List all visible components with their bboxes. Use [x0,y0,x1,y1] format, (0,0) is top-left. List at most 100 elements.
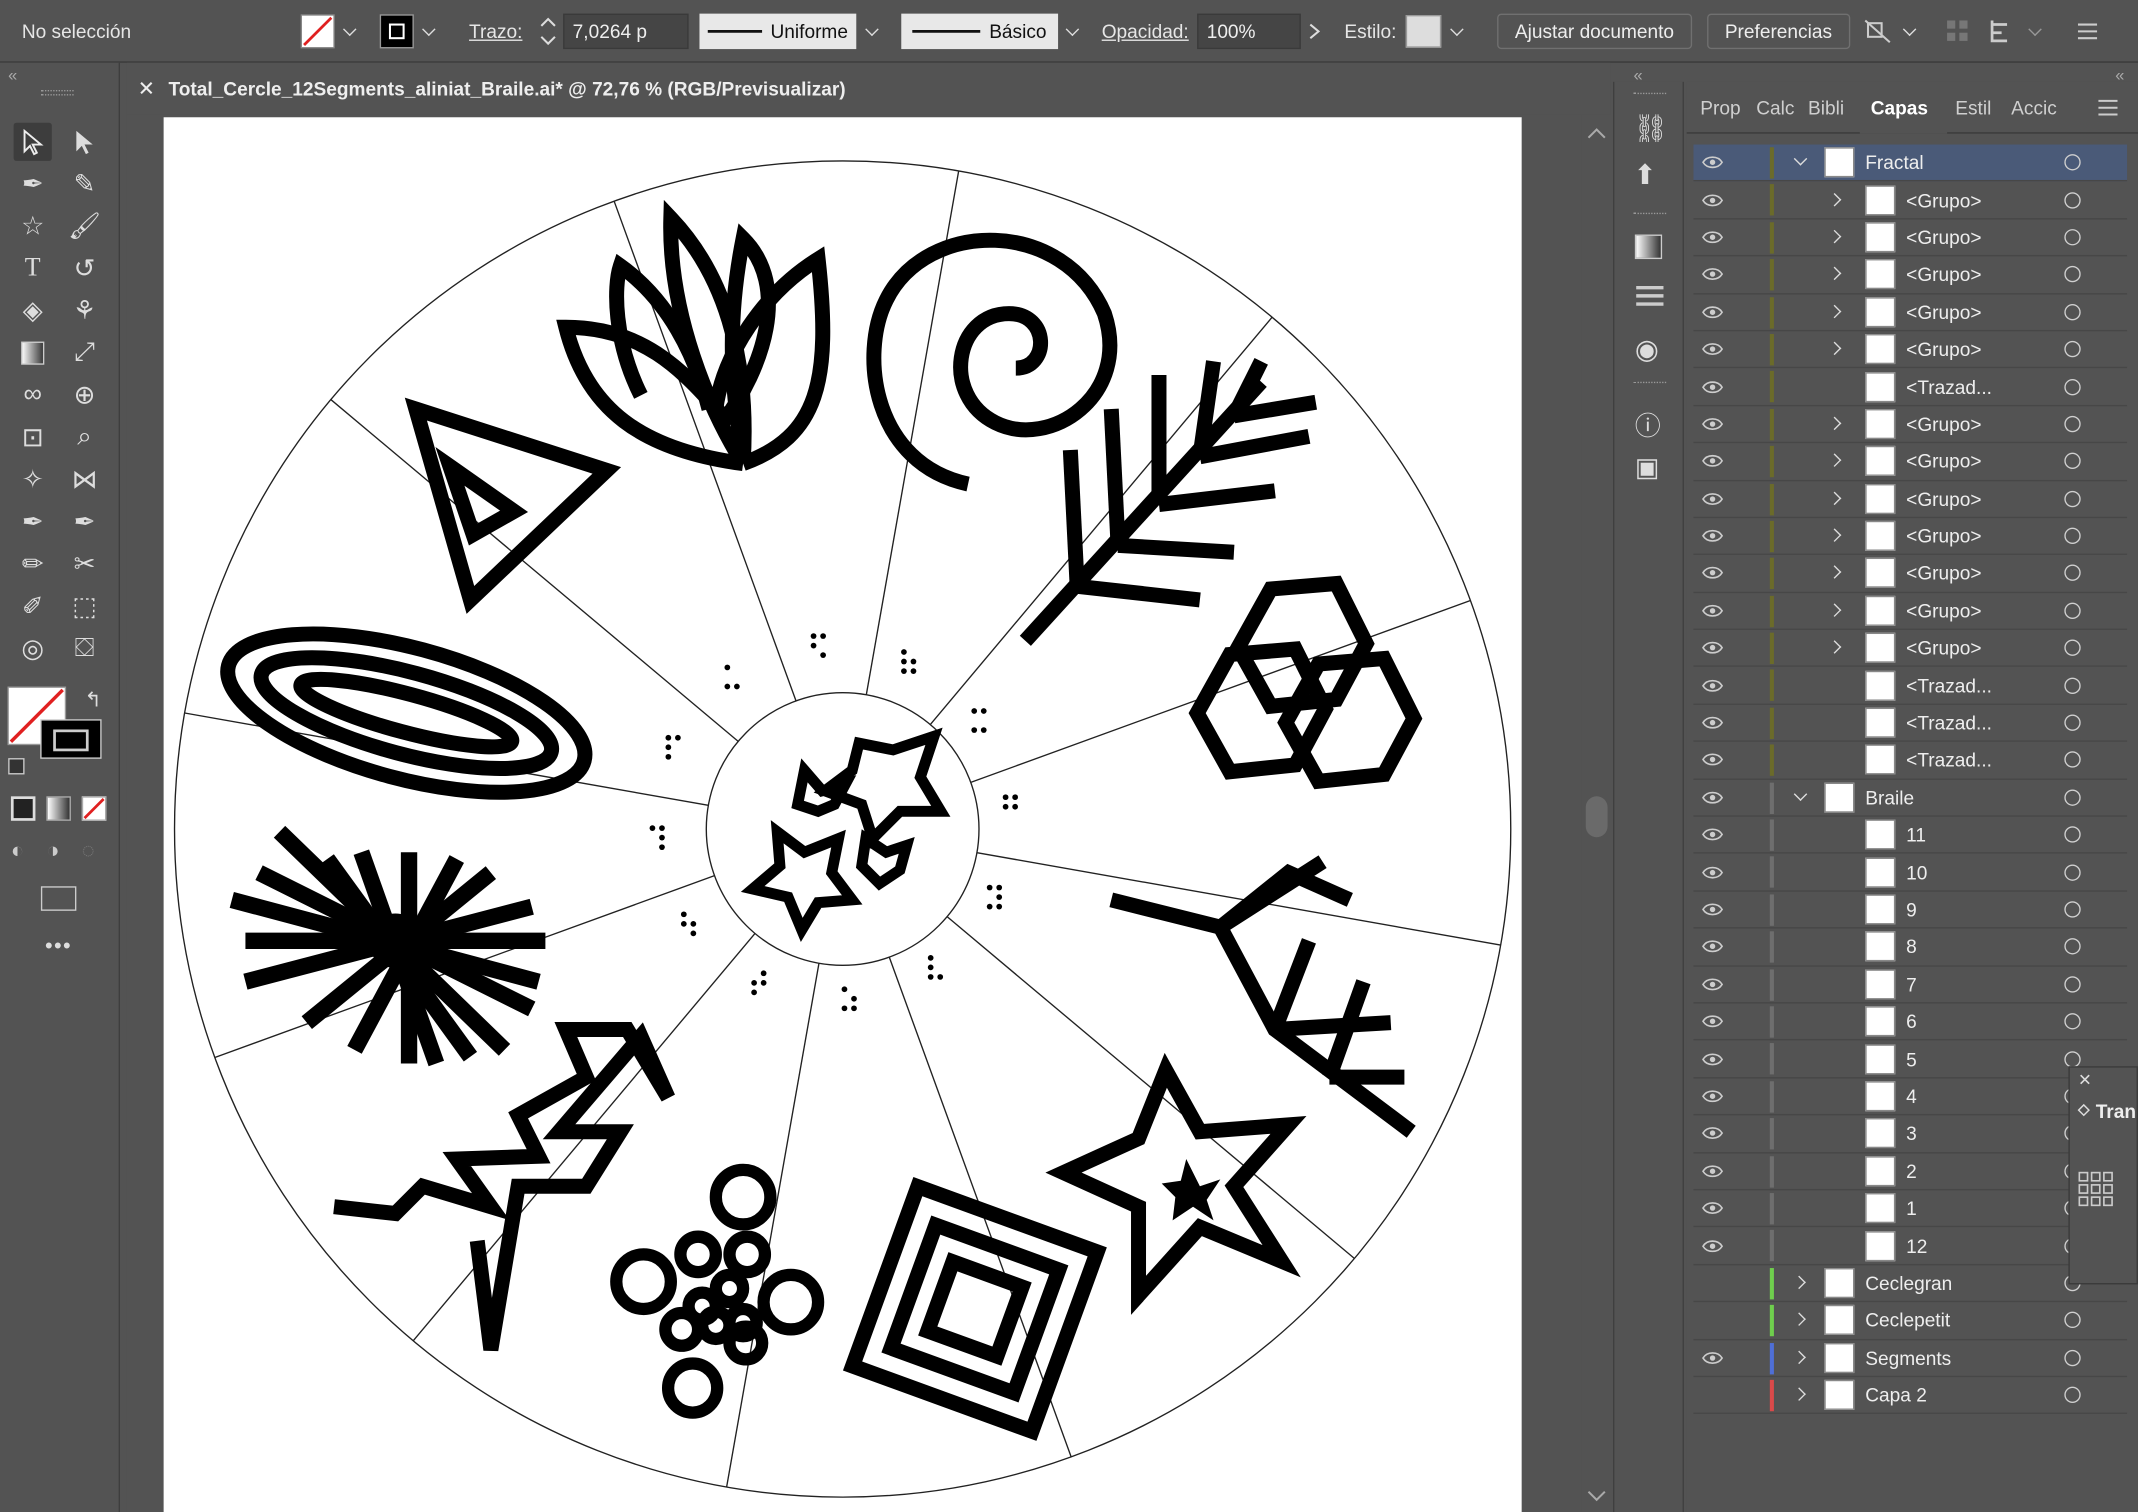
chevron-right-icon[interactable] [1792,1273,1811,1292]
layer-row[interactable]: <Grupo> [1693,219,2128,257]
target-circle-icon[interactable] [2064,1312,2081,1329]
draw-inside-icon[interactable]: ◌ [82,840,95,865]
align-dropdown[interactable] [1901,0,1920,63]
layer-row[interactable]: 6 [1693,1004,2128,1041]
tab-layers[interactable]: Capas [1859,81,1948,134]
live-paint-tool-icon[interactable]: ⛋ [65,630,103,668]
shape-builder-tool-icon[interactable]: ⊕ [65,376,103,414]
eye-icon[interactable] [1699,298,1726,325]
target-circle-icon[interactable] [2064,1386,2081,1404]
scroll-thumb[interactable] [1585,796,1608,838]
chevron-right-icon[interactable] [1827,190,1846,209]
layer-row[interactable]: <Trazad... [1693,667,2128,705]
target-circle-icon[interactable] [2064,1349,2081,1366]
layer-row[interactable]: <Grupo> [1693,294,2128,332]
eye-icon[interactable] [1699,597,1726,624]
transparency-icon[interactable]: ◉ [1635,333,1659,367]
chevron-right-icon[interactable] [1827,302,1846,321]
color-mode-icon[interactable] [10,796,36,821]
chevron-right-icon[interactable] [1827,601,1846,620]
eye-icon[interactable] [1699,485,1726,512]
reference-point-icon[interactable] [2078,1171,2113,1207]
brush-dropdown[interactable] [1064,0,1083,63]
layer-row[interactable]: <Grupo> [1693,182,2128,220]
chevron-right-icon[interactable] [1827,340,1846,359]
target-circle-icon[interactable] [2064,1050,2081,1068]
target-circle-icon[interactable] [2064,154,2081,171]
twirl-tool-icon[interactable]: ◎ [14,630,52,668]
align-icon[interactable] [1863,0,1896,63]
transform-icon[interactable] [1988,0,2021,63]
chevron-right-icon[interactable] [1792,1348,1811,1367]
layer-row[interactable]: <Trazad... [1693,705,2128,743]
selection-tool-icon[interactable] [13,122,52,161]
grip-icon[interactable] [1633,381,1667,386]
none-mode-icon[interactable] [81,796,107,821]
target-circle-icon[interactable] [2064,938,2081,955]
layer-row[interactable]: Ceclepetit [1693,1302,2128,1340]
stroke-dropdown[interactable] [420,0,439,63]
chevron-right-icon[interactable] [1827,564,1846,583]
chevron-right-icon[interactable] [1827,414,1846,433]
layer-row[interactable]: 10 [1693,854,2128,892]
eye-icon[interactable] [1699,746,1726,773]
curvature-tool-icon[interactable]: ✎ [65,165,103,203]
add-anchor-tool-icon[interactable]: ✒ [65,503,103,541]
brush-definition[interactable]: Básico [901,13,1059,50]
target-circle-icon[interactable] [2064,229,2081,246]
transform-dropdown[interactable] [2026,0,2045,63]
blend-tool-icon[interactable]: ∞ [14,376,52,414]
chevron-right-icon[interactable] [1827,638,1846,657]
chevron-right-icon[interactable] [1827,265,1846,284]
smooth-tool-icon[interactable]: ✐ [14,588,52,626]
default-colors-icon[interactable] [8,758,25,775]
eye-icon[interactable] [1699,896,1726,923]
style-dropdown[interactable] [1448,0,1467,63]
visibility-toggle[interactable] [1699,1269,1726,1296]
eye-icon[interactable] [1699,560,1726,587]
layer-row[interactable]: <Grupo> [1693,443,2128,481]
eye-icon[interactable] [1699,448,1726,475]
type-tool-icon[interactable]: T [14,250,52,288]
eye-icon[interactable] [1699,1232,1726,1259]
preferences-button[interactable]: Preferencias [1707,13,1850,50]
pencil-tool-icon[interactable]: ✏ [14,545,52,583]
layer-row[interactable]: <Grupo> [1693,257,2128,294]
target-circle-icon[interactable] [2064,901,2081,918]
chevron-right-icon[interactable] [1827,526,1846,545]
layer-row[interactable]: 1 [1693,1190,2128,1228]
layer-row[interactable]: 9 [1693,891,2128,929]
eye-icon[interactable] [1699,261,1726,288]
star-tool-icon[interactable]: ☆ [14,207,52,245]
collapse-arrows-icon[interactable]: « [8,65,17,84]
eye-icon[interactable] [1699,709,1726,736]
draw-behind-icon[interactable]: ◑ [46,840,59,865]
target-circle-icon[interactable] [2064,415,2081,433]
target-circle-icon[interactable] [2064,789,2081,806]
tab-pathfinder[interactable]: Calc [1756,82,1800,134]
layer-row[interactable]: <Grupo> [1693,555,2128,593]
tab-actions[interactable]: Accic [2011,82,2060,134]
anchor-point-tool-icon[interactable]: ✒ [14,503,52,541]
layer-row[interactable]: <Trazad... [1693,369,2128,406]
profile-dropdown[interactable] [863,0,882,63]
close-icon[interactable]: ✕ [2078,1070,2092,1089]
tab-properties[interactable]: Prop [1700,82,1748,134]
eye-icon[interactable] [1699,821,1726,848]
layer-row[interactable]: <Grupo> [1693,481,2128,519]
layer-row[interactable]: Fractal [1693,144,2128,182]
eye-icon[interactable] [1699,784,1726,811]
scroll-up-icon[interactable] [1582,120,1612,147]
layer-row[interactable]: 2 [1693,1153,2128,1191]
panel-menu-icon[interactable] [2096,82,2129,134]
chevron-right-icon[interactable] [1827,228,1846,247]
more-tools-icon[interactable]: ••• [45,935,72,960]
info-icon[interactable]: ⓘ [1635,406,1661,443]
zoom-tool-icon[interactable]: ⌕ [65,419,103,457]
gradient-mode-icon[interactable] [46,796,71,821]
target-circle-icon[interactable] [2064,378,2081,395]
layer-row[interactable]: <Trazad... [1693,742,2128,780]
eye-icon[interactable] [1699,933,1726,960]
eye-icon[interactable] [1699,522,1726,549]
layer-row[interactable]: <Grupo> [1693,630,2128,668]
